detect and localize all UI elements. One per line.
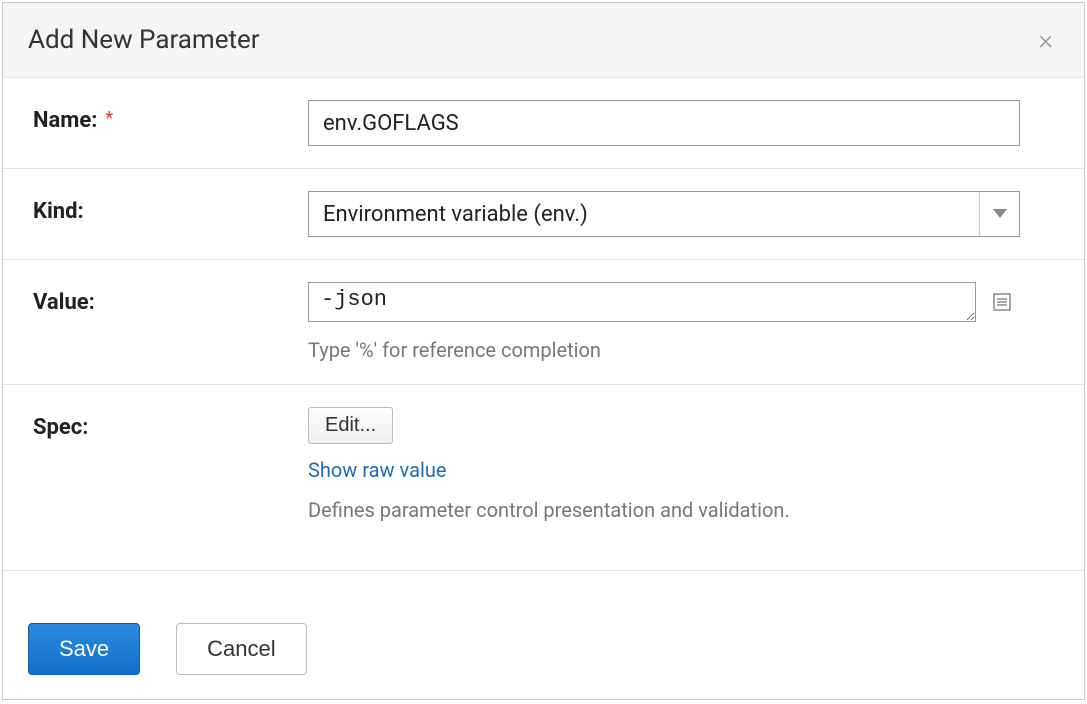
edit-button[interactable]: Edit...: [308, 407, 393, 444]
close-button[interactable]: ×: [1032, 26, 1059, 54]
kind-label-cell: Kind:: [33, 191, 308, 224]
kind-label: Kind:: [33, 199, 84, 224]
add-parameter-dialog: Add New Parameter × Name: * Kind: Enviro…: [2, 2, 1085, 700]
spec-control-cell: Edit... Show raw value Defines parameter…: [308, 407, 1059, 522]
value-helper-text: Type '%' for reference completion: [308, 338, 1059, 362]
value-label: Value:: [33, 290, 95, 315]
value-input-wrapper: [308, 282, 1059, 322]
value-row: Value: Type '%' for reference completion: [3, 260, 1084, 385]
spec-label-cell: Spec:: [33, 407, 308, 440]
spec-label: Spec:: [33, 415, 88, 440]
kind-select[interactable]: Environment variable (env.): [308, 191, 1020, 237]
name-input[interactable]: [308, 100, 1020, 146]
name-label-cell: Name: *: [33, 100, 308, 133]
dialog-header: Add New Parameter ×: [3, 3, 1084, 78]
expand-icon[interactable]: [992, 292, 1012, 312]
spec-row: Spec: Edit... Show raw value Defines par…: [3, 385, 1084, 571]
save-button[interactable]: Save: [28, 623, 140, 675]
chevron-down-icon[interactable]: [979, 192, 1019, 236]
name-row: Name: *: [3, 78, 1084, 169]
name-label: Name:: [33, 108, 97, 133]
dialog-footer: Save Cancel: [3, 603, 1084, 699]
show-raw-value-link[interactable]: Show raw value: [308, 458, 1059, 482]
dialog-body: Name: * Kind: Environment variable (env.…: [3, 78, 1084, 603]
kind-control-cell: Environment variable (env.): [308, 191, 1059, 237]
value-control-cell: Type '%' for reference completion: [308, 282, 1059, 362]
dialog-title: Add New Parameter: [28, 25, 260, 55]
value-label-cell: Value:: [33, 282, 308, 315]
kind-select-value: Environment variable (env.): [309, 192, 979, 236]
name-control-cell: [308, 100, 1059, 146]
spec-description: Defines parameter control presentation a…: [308, 498, 1059, 522]
cancel-button[interactable]: Cancel: [176, 623, 306, 675]
value-input[interactable]: [308, 282, 976, 322]
required-indicator: *: [105, 108, 113, 129]
kind-row: Kind: Environment variable (env.): [3, 169, 1084, 260]
